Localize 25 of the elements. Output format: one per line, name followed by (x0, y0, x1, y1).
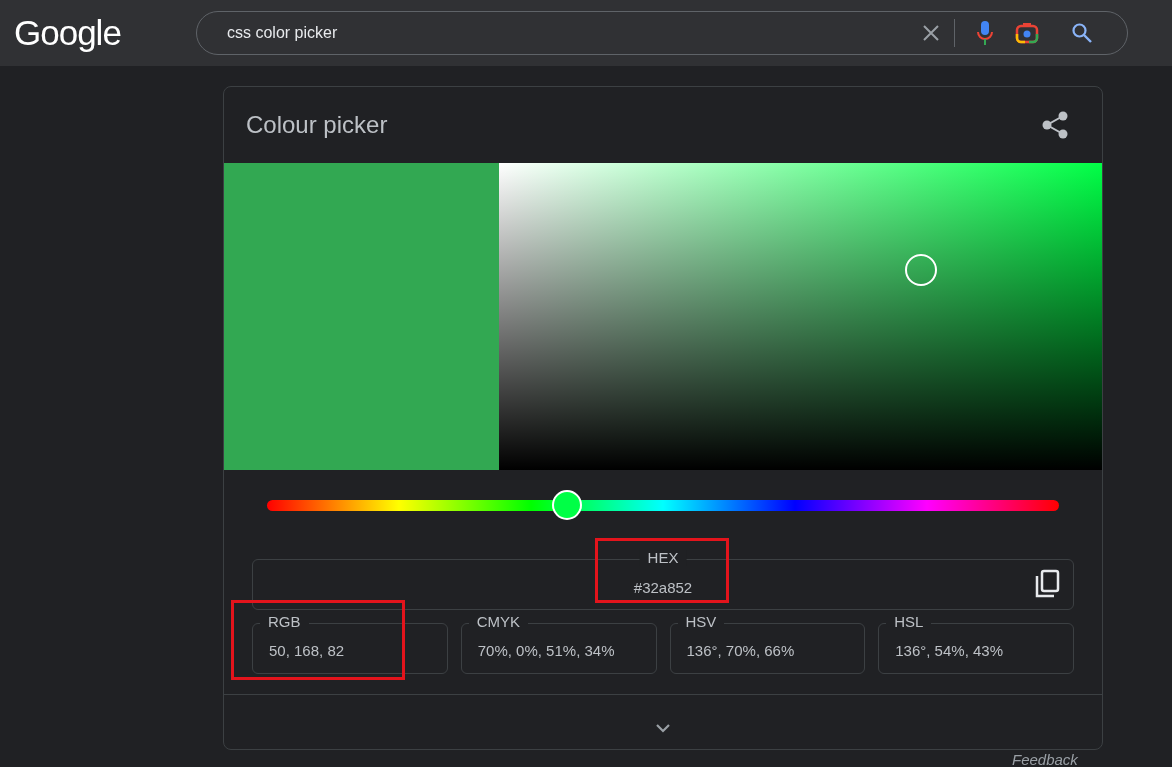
share-icon[interactable] (1042, 111, 1068, 139)
field-value: 136°, 70%, 66% (686, 641, 796, 661)
field-value: 136°, 54%, 43% (895, 641, 1004, 661)
search-icon[interactable] (1071, 22, 1093, 44)
field-value: #32a852 (633, 578, 693, 599)
copy-icon[interactable] (1034, 569, 1060, 599)
microphone-icon[interactable] (977, 20, 993, 46)
field-label: HSL (886, 614, 932, 630)
search-field[interactable]: css color picker (196, 11, 1128, 55)
google-logo[interactable]: Google (0, 6, 196, 60)
search-input[interactable]: css color picker (225, 20, 922, 46)
field-label: RGB (260, 614, 309, 630)
saturation-brightness-area[interactable] (499, 163, 1102, 470)
field-label: HSV (677, 614, 725, 630)
camera-icon[interactable] (1015, 22, 1039, 44)
feedback-link[interactable]: Feedback (1012, 752, 1078, 767)
picker-handle[interactable] (905, 254, 938, 287)
field-label: HEX (639, 550, 687, 566)
field-label: CMYK (468, 614, 529, 630)
close-icon[interactable] (922, 24, 940, 42)
hue-handle[interactable] (552, 490, 583, 520)
expand-chevron-icon[interactable] (655, 722, 671, 733)
field-value: 70%, 0%, 51%, 34% (477, 641, 616, 661)
field-value: 50, 168, 82 (269, 641, 346, 661)
card-title: Colour picker (246, 110, 388, 140)
